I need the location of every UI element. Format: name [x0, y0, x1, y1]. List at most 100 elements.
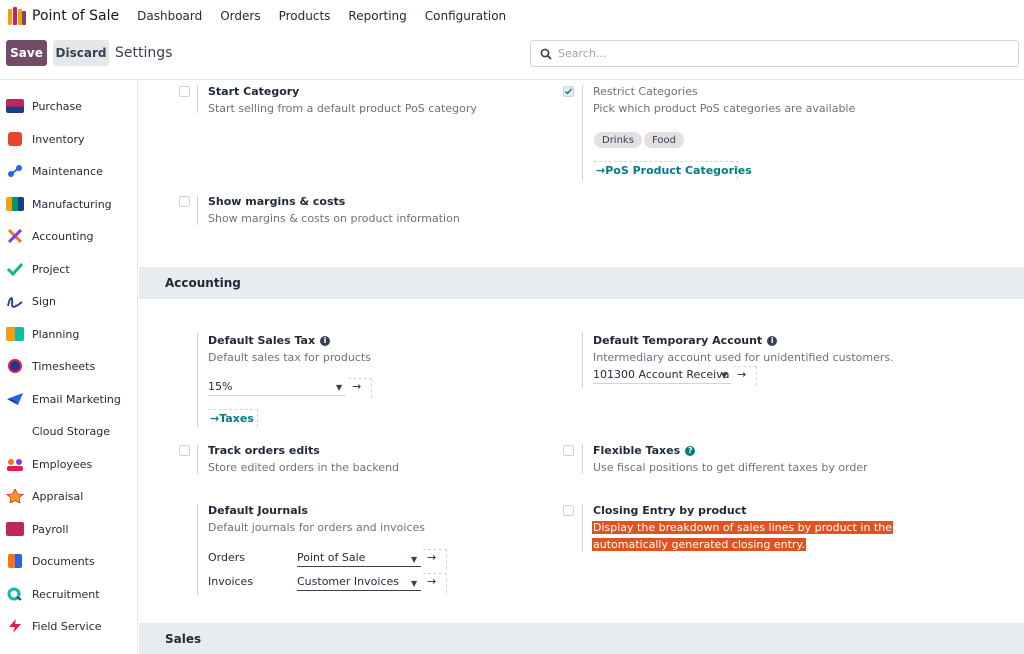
sidebar-item-label: Sign — [32, 294, 56, 308]
search-input[interactable]: Search... — [530, 40, 1019, 67]
sidebar-item-label: Timesheets — [32, 359, 96, 373]
track-orders-edits-checkbox[interactable] — [179, 445, 190, 456]
divider — [197, 85, 198, 113]
orders-journal-external-button[interactable]: → — [423, 549, 447, 569]
sidebar-item-label: Accounting — [32, 229, 94, 243]
project-icon — [6, 262, 24, 277]
flexible-taxes-title: Flexible Taxes? — [593, 444, 696, 457]
sidebar-item-inventory[interactable]: Inventory — [6, 129, 85, 149]
nav-configuration[interactable]: Configuration — [425, 9, 506, 23]
invoices-journal-field[interactable]: Customer Invoices — [297, 575, 421, 591]
arrow-right-icon: → — [352, 380, 362, 393]
sidebar-item-accounting[interactable]: Accounting — [6, 226, 93, 246]
save-button[interactable]: Save — [6, 40, 47, 66]
pos-app-icon[interactable] — [8, 7, 26, 25]
sign-icon — [6, 294, 24, 308]
default-sales-tax-desc: Default sales tax for products — [208, 351, 371, 364]
divider — [197, 444, 198, 474]
divider — [582, 504, 583, 552]
sidebar-item-appraisal[interactable]: Appraisal — [6, 486, 83, 506]
pos-product-categories-link[interactable]: PoS Product Categories — [596, 164, 752, 177]
search-placeholder: Search... — [558, 47, 607, 60]
sidebar-item-recruitment[interactable]: Recruitment — [6, 584, 100, 604]
app-title[interactable]: Point of Sale — [32, 8, 119, 24]
help-icon[interactable]: ? — [685, 446, 696, 456]
chevron-down-icon[interactable]: ▼ — [336, 383, 342, 392]
sidebar-item-label: Recruitment — [32, 587, 100, 601]
default-temporary-account-label: Default Temporary Account — [593, 334, 763, 347]
arrow-right-icon: → — [427, 575, 437, 588]
nav-orders[interactable]: Orders — [220, 9, 260, 23]
restrict-categories-desc: Pick which product PoS categories are av… — [593, 102, 856, 115]
orders-journal-label: Orders — [208, 551, 245, 564]
sidebar-item-label: Employees — [32, 457, 93, 471]
sidebar-item-project[interactable]: Project — [6, 259, 70, 279]
divider — [582, 85, 583, 181]
maintenance-icon — [6, 164, 24, 178]
nav-products[interactable]: Products — [279, 9, 331, 23]
accounting-icon — [6, 228, 24, 244]
category-tag-drinks[interactable]: Drinks — [594, 132, 642, 148]
recruitment-icon — [6, 587, 24, 601]
nav-reporting[interactable]: Reporting — [348, 9, 406, 23]
accounting-section-header: Accounting — [139, 267, 1024, 299]
nav-dashboard[interactable]: Dashboard — [137, 9, 202, 23]
chevron-down-icon[interactable]: ▼ — [411, 579, 417, 588]
discard-button[interactable]: Discard — [53, 40, 109, 66]
sidebar-item-maintenance[interactable]: Maintenance — [6, 161, 103, 181]
manufacturing-icon — [6, 197, 24, 211]
taxes-link[interactable]: Taxes — [210, 412, 254, 425]
default-journals-title: Default Journals — [208, 504, 308, 517]
sidebar-item-manufacturing[interactable]: Manufacturing — [6, 194, 112, 214]
start-category-desc: Start selling from a default product PoS… — [208, 102, 477, 115]
divider — [582, 332, 583, 388]
sidebar-item-label: Manufacturing — [32, 197, 112, 211]
sidebar-item-payroll[interactable]: Payroll — [6, 519, 69, 539]
sidebar-item-employees[interactable]: Employees — [6, 454, 92, 474]
closing-entry-desc-line2: automatically generated closing entry. — [592, 538, 806, 551]
arrow-right-icon: → — [737, 368, 747, 381]
closing-entry-checkbox[interactable] — [563, 505, 574, 516]
sales-tax-external-button[interactable]: → — [348, 378, 372, 398]
orders-journal-field[interactable]: Point of Sale — [297, 551, 421, 567]
sales-tax-field[interactable]: 15% — [208, 380, 346, 396]
info-icon[interactable]: i — [767, 336, 778, 346]
show-margins-checkbox[interactable] — [179, 196, 190, 207]
pos-product-categories-button[interactable]: PoS Product Categories — [594, 161, 752, 179]
sidebar-item-email-marketing[interactable]: Email Marketing — [6, 389, 121, 409]
closing-entry-title: Closing Entry by product — [593, 504, 747, 517]
default-sales-tax-title: Default Sales Tax i — [208, 334, 331, 347]
settings-sidebar: Purchase Inventory Maintenance Manufactu… — [0, 80, 138, 654]
info-icon[interactable]: i — [320, 336, 331, 346]
chevron-down-icon[interactable]: ▼ — [721, 371, 727, 380]
sidebar-item-label: Project — [32, 262, 70, 276]
sidebar-item-sign[interactable]: Sign — [6, 291, 56, 311]
flexible-taxes-checkbox[interactable] — [563, 445, 574, 456]
start-category-checkbox[interactable] — [179, 86, 190, 97]
sidebar-item-label: Cloud Storage — [32, 424, 110, 438]
temporary-account-external-button[interactable]: → — [733, 366, 757, 386]
temporary-account-field[interactable]: 101300 Account Receiva — [593, 368, 731, 384]
payroll-icon — [6, 522, 24, 536]
sidebar-item-documents[interactable]: Documents — [6, 551, 95, 571]
default-temporary-account-desc: Intermediary account used for unidentifi… — [593, 351, 894, 364]
restrict-categories-checkbox[interactable] — [563, 86, 574, 97]
sidebar-item-cloud-storage[interactable]: Cloud Storage — [6, 421, 110, 441]
restrict-categories-title: Restrict Categories — [593, 85, 698, 98]
invoices-journal-external-button[interactable]: → — [423, 573, 447, 593]
sidebar-item-label: Inventory — [32, 132, 85, 146]
track-orders-edits-title: Track orders edits — [208, 444, 320, 457]
sidebar-item-field-service[interactable]: Field Service — [6, 616, 102, 636]
chevron-down-icon[interactable]: ▼ — [411, 555, 417, 564]
divider — [197, 504, 198, 596]
sidebar-item-purchase[interactable]: Purchase — [6, 96, 82, 116]
sidebar-item-label: Planning — [32, 327, 80, 341]
sidebar-item-planning[interactable]: Planning — [6, 324, 79, 344]
sidebar-item-label: Payroll — [32, 522, 69, 536]
email-marketing-icon — [6, 392, 24, 406]
sidebar-item-timesheets[interactable]: Timesheets — [6, 356, 95, 376]
taxes-button[interactable]: Taxes — [208, 409, 258, 427]
search-icon — [540, 48, 552, 60]
timesheets-icon — [8, 359, 22, 373]
category-tag-food[interactable]: Food — [644, 132, 684, 148]
